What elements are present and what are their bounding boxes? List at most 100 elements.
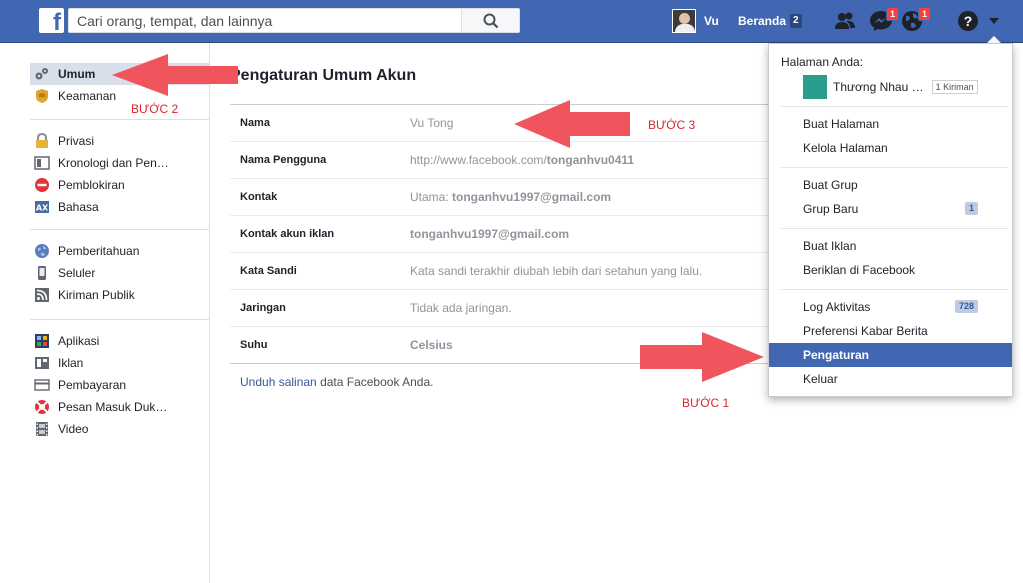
menu-divider xyxy=(781,167,1008,168)
activity-log-count: 728 xyxy=(954,300,978,313)
sidebar-item-label: Pemberitahuan xyxy=(58,244,140,258)
facebook-logo-icon[interactable]: f xyxy=(39,8,64,33)
settings-row-password[interactable]: Kata Sandi Kata sandi terakhir diubah le… xyxy=(230,253,768,290)
menu-item-log-out[interactable]: Keluar xyxy=(769,367,1012,391)
apps-icon xyxy=(35,334,49,348)
profile-link[interactable]: Vu xyxy=(672,9,719,33)
svg-text:AX: AX xyxy=(36,204,49,213)
row-label: Suhu xyxy=(240,339,268,351)
sidebar-group-notifications: Pemberitahuan Seluler Kiriman Publik xyxy=(30,240,210,306)
gear-icon xyxy=(35,68,48,80)
ads-icon xyxy=(35,357,49,369)
menu-item-label: Keluar xyxy=(803,372,838,386)
sidebar-item-ads[interactable]: Iklan xyxy=(30,352,210,374)
menu-item-manage-pages[interactable]: Kelola Halaman xyxy=(769,136,1012,160)
menu-divider xyxy=(781,289,1008,290)
menu-item-label: Pengaturan xyxy=(803,348,870,362)
your-pages-heading: Halaman Anda: xyxy=(781,55,864,69)
page-name: Thương Nhau … xyxy=(833,80,924,94)
sidebar-item-privacy[interactable]: Privasi xyxy=(30,130,210,152)
globe-icon xyxy=(35,244,49,258)
row-label: Kontak akun iklan xyxy=(240,228,335,240)
settings-sidebar xyxy=(0,43,210,583)
sidebar-item-label: Bahasa xyxy=(58,200,99,214)
sidebar-item-video[interactable]: Video xyxy=(30,418,210,440)
page-title: Pengaturan Umum Akun xyxy=(230,67,417,84)
settings-row-ad-account-contact[interactable]: Kontak akun iklan tonganhvu1997@gmail.co… xyxy=(230,216,768,253)
row-label: Nama Pengguna xyxy=(240,154,327,166)
row-value-strong: tonganhvu1997@gmail.com xyxy=(410,227,570,241)
row-label: Kontak xyxy=(240,191,278,203)
account-menu-caret-icon[interactable] xyxy=(989,18,999,24)
menu-item-new-groups[interactable]: Grup Baru 1 xyxy=(769,197,1012,221)
search-input[interactable] xyxy=(69,9,469,32)
step3-label: BƯỚC 3 xyxy=(648,118,696,132)
sidebar-item-mobile[interactable]: Seluler xyxy=(30,262,210,284)
sidebar-item-payments[interactable]: Pembayaran xyxy=(30,374,210,396)
download-copy-text: Unduh salinan data Facebook Anda. xyxy=(240,375,434,389)
friend-requests-button[interactable] xyxy=(833,10,857,32)
lifebuoy-icon xyxy=(35,400,49,414)
sidebar-divider xyxy=(30,119,210,120)
menu-item-label: Grup Baru xyxy=(803,202,859,216)
timeline-icon xyxy=(34,156,50,170)
row-value: http://www.facebook.com/tonganhvu0411 xyxy=(410,153,634,167)
row-value: Tidak ada jaringan. xyxy=(410,301,512,315)
search-box xyxy=(68,8,520,33)
menu-item-news-feed-preferences[interactable]: Preferensi Kabar Berita xyxy=(769,319,1012,343)
new-groups-count: 1 xyxy=(964,202,978,215)
home-link[interactable]: Beranda 2 xyxy=(738,14,802,28)
row-value-strong: tonganhvu0411 xyxy=(546,153,635,167)
sidebar-item-notifications[interactable]: Pemberitahuan xyxy=(30,240,210,262)
menu-item-create-ad[interactable]: Buat Iklan xyxy=(769,234,1012,258)
step2-label: BƯỚC 2 xyxy=(131,102,179,116)
sidebar-item-timeline[interactable]: Kronologi dan Pen… xyxy=(30,152,210,174)
sidebar-item-language[interactable]: AX Bahasa xyxy=(30,196,210,218)
sidebar-item-label: Kiriman Publik xyxy=(58,288,135,302)
sidebar-item-apps[interactable]: Aplikasi xyxy=(30,330,210,352)
help-question-icon[interactable]: ? xyxy=(958,11,978,31)
sidebar-item-label: Aplikasi xyxy=(58,334,100,348)
menu-item-create-group[interactable]: Buat Grup xyxy=(769,173,1012,197)
sidebar-item-label: Kronologi dan Pen… xyxy=(58,156,169,170)
settings-row-contact[interactable]: Kontak Utama: tonganhvu1997@gmail.com xyxy=(230,179,768,216)
lock-icon xyxy=(36,133,48,148)
sidebar-item-support-inbox[interactable]: Pesan Masuk Duk… xyxy=(30,396,210,418)
messages-button[interactable]: 1 xyxy=(869,7,899,32)
sidebar-item-public-posts[interactable]: Kiriman Publik xyxy=(30,284,210,306)
download-copy-link[interactable]: Unduh salinan xyxy=(240,375,317,389)
menu-item-label: Buat Iklan xyxy=(803,239,857,253)
menu-item-activity-log[interactable]: Log Aktivitas 728 xyxy=(769,295,1012,319)
card-icon xyxy=(34,379,50,391)
top-navigation-bar: f Vu Beranda 2 1 xyxy=(0,0,1023,43)
notifications-button[interactable]: 1 xyxy=(901,7,931,32)
general-settings-table: Nama Vu Tong Nama Pengguna http://www.fa… xyxy=(230,104,768,364)
sidebar-item-label: Privasi xyxy=(58,134,95,148)
menu-item-create-page[interactable]: Buat Halaman xyxy=(769,112,1012,136)
mobile-icon xyxy=(38,266,46,280)
menu-item-settings[interactable]: Pengaturan xyxy=(769,343,1012,367)
messages-badge: 1 xyxy=(885,7,899,21)
row-value-strong: tonganhvu1997@gmail.com xyxy=(452,190,612,204)
menu-item-label: Log Aktivitas xyxy=(803,300,871,314)
account-dropdown-menu: Halaman Anda: Thương Nhau … 1 Kiriman Bu… xyxy=(768,43,1013,397)
menu-item-label: Buat Grup xyxy=(803,178,858,192)
sidebar-group-privacy: Privasi Kronologi dan Pen… Pemblokiran A… xyxy=(30,130,210,218)
home-label: Beranda xyxy=(738,14,787,28)
block-icon xyxy=(35,178,49,192)
menu-item-advertise[interactable]: Beriklan di Facebook xyxy=(769,258,1012,282)
step2-arrow-icon xyxy=(112,54,238,96)
sidebar-divider xyxy=(30,229,210,230)
row-value: Vu Tong xyxy=(410,116,454,130)
friends-icon xyxy=(835,12,855,29)
sidebar-item-blocking[interactable]: Pemblokiran xyxy=(30,174,210,196)
step1-label: BƯỚC 1 xyxy=(682,396,730,410)
settings-row-networks[interactable]: Jaringan Tidak ada jaringan. xyxy=(230,290,768,327)
row-value: tonganhvu1997@gmail.com xyxy=(410,227,569,241)
row-value-strong: Celsius xyxy=(410,338,453,352)
settings-row-username[interactable]: Nama Pengguna http://www.facebook.com/to… xyxy=(230,142,768,179)
row-value: Celsius xyxy=(410,338,453,352)
sidebar-divider xyxy=(30,319,210,320)
search-button[interactable] xyxy=(461,9,519,32)
page-shortcut[interactable]: Thương Nhau … 1 Kiriman xyxy=(803,75,978,99)
